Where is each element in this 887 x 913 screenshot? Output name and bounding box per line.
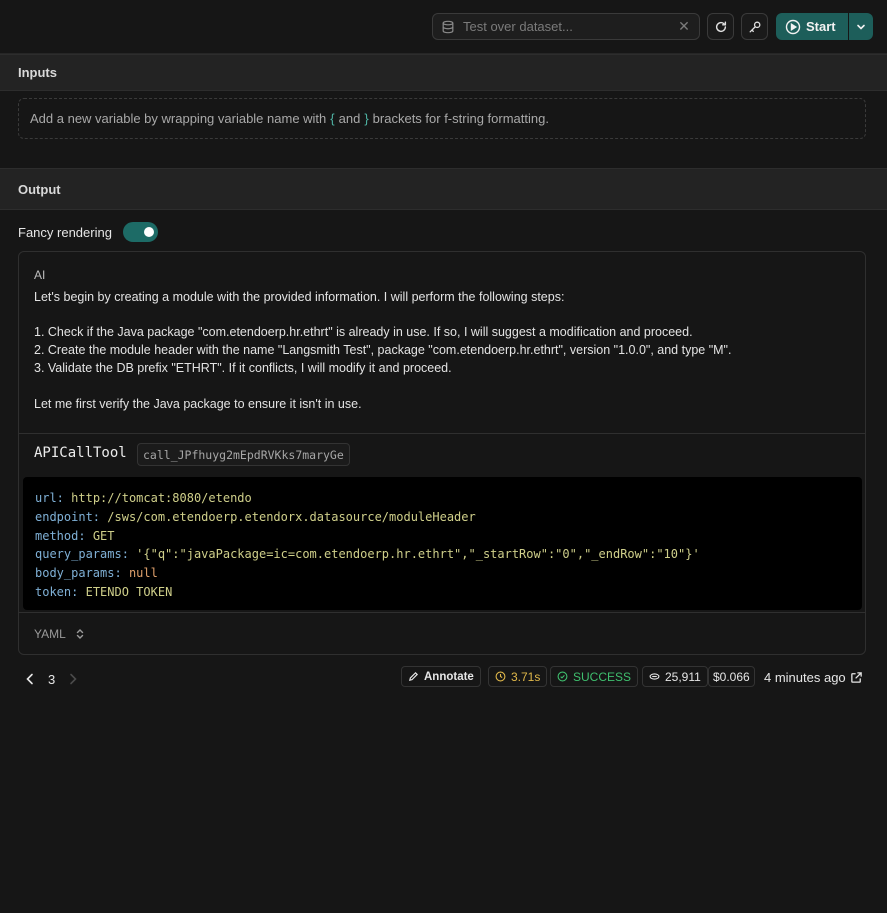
tool-call-id-badge[interactable]: call_JPfhuyg2mEpdRVKks7maryGe <box>137 443 350 466</box>
param-key: body_params: <box>35 566 122 581</box>
page-number: 3 <box>48 671 56 687</box>
tokens-icon <box>649 673 660 680</box>
latency-badge: 3.71s <box>488 666 548 687</box>
database-icon <box>442 20 454 33</box>
hint-and: and <box>338 111 361 126</box>
start-label: Start <box>806 19 836 34</box>
param-value: GET <box>92 528 115 543</box>
message-line: Let's begin by creating a module with th… <box>34 290 565 304</box>
message-line: 1. Check if the Java package "com.etendo… <box>34 325 693 339</box>
param-key: token: <box>35 584 79 599</box>
close-brace: } <box>364 111 369 126</box>
top-toolbar: ✕ Start <box>0 0 887 54</box>
output-section-header: Output <box>0 168 887 210</box>
code-line: method: GET <box>35 527 850 546</box>
start-options-button[interactable] <box>849 13 873 40</box>
ai-message-card: AI Let's begin by creating a module with… <box>18 251 866 655</box>
message-line: 3. Validate the DB prefix "ETHRT". If it… <box>34 361 452 375</box>
api-key-button[interactable] <box>741 13 768 40</box>
tool-call-name: APICallTool <box>34 445 127 461</box>
param-value: /sws/com.etendoerp.etendorx.datasource/m… <box>107 509 476 524</box>
code-line: query_params: '{"q":"javaPackage=ic=com.… <box>35 545 850 564</box>
fancy-rendering-toggle[interactable] <box>122 222 158 242</box>
toggle-knob <box>143 227 154 237</box>
format-label: YAML <box>34 626 66 641</box>
inputs-section-header: Inputs <box>0 54 887 91</box>
fancy-rendering-label: Fancy rendering <box>18 224 112 240</box>
status-value: SUCCESS <box>573 669 632 684</box>
pencil-icon <box>409 671 419 681</box>
code-line: body_params: null <box>35 564 850 583</box>
chevron-left-icon[interactable] <box>22 671 38 687</box>
refresh-button[interactable] <box>707 13 734 40</box>
cost-value: $0.066 <box>713 669 750 684</box>
param-key: endpoint: <box>35 509 101 524</box>
open-brace: { <box>330 111 335 126</box>
code-line: endpoint: /sws/com.etendoerp.etendorx.da… <box>35 508 850 527</box>
start-button[interactable]: Start <box>776 13 848 40</box>
dataset-search-field[interactable]: ✕ <box>432 13 700 40</box>
add-variable-hint: Add a new variable by wrapping variable … <box>18 98 866 139</box>
param-value: '{"q":"javaPackage=ic=com.etendoerp.hr.e… <box>136 547 700 562</box>
hint-text-after: brackets for f-string formatting. <box>372 111 549 126</box>
hint-text-before: Add a new variable by wrapping variable … <box>30 111 327 126</box>
annotate-label: Annotate <box>424 670 474 683</box>
code-line: token: ETENDO TOKEN <box>35 583 850 602</box>
message-role: AI <box>34 268 46 282</box>
chevron-up-down-icon <box>76 628 83 639</box>
play-circle-icon <box>785 19 801 34</box>
key-icon <box>749 21 760 32</box>
param-value: null <box>128 566 158 581</box>
external-link-icon <box>850 671 862 683</box>
format-selector[interactable]: YAML <box>19 612 865 654</box>
token-count: 25,911 <box>665 669 701 684</box>
token-count-badge: 25,911 <box>642 666 708 687</box>
code-line: url: http://tomcat:8080/etendo <box>35 489 850 508</box>
tool-call-args-code: url: http://tomcat:8080/etendo endpoint:… <box>23 477 862 610</box>
latency-value: 3.71s <box>511 669 541 684</box>
output-title: Output <box>18 181 61 197</box>
param-key: url: <box>35 491 64 505</box>
run-time-link[interactable]: 4 minutes ago <box>764 668 863 686</box>
refresh-icon <box>715 20 726 32</box>
param-key: query_params: <box>35 547 129 562</box>
status-badge: SUCCESS <box>550 666 639 687</box>
param-key: method: <box>35 528 86 543</box>
message-line: Let me first verify the Java package to … <box>34 397 362 411</box>
time-ago: 4 minutes ago <box>764 669 846 685</box>
cost-badge: $0.066 <box>708 666 755 687</box>
pagination: 3 <box>22 668 81 690</box>
divider <box>19 433 865 434</box>
param-value: ETENDO TOKEN <box>85 584 173 599</box>
clock-icon <box>495 671 506 682</box>
chevron-down-icon <box>857 24 865 30</box>
param-value: http://tomcat:8080/etendo <box>71 491 252 505</box>
chevron-right-icon[interactable] <box>65 671 81 687</box>
inputs-title: Inputs <box>18 65 57 80</box>
annotate-button[interactable]: Annotate <box>401 666 481 687</box>
check-circle-icon <box>557 671 568 682</box>
fancy-rendering-row: Fancy rendering <box>18 221 158 243</box>
clear-icon[interactable]: ✕ <box>677 18 691 35</box>
dataset-search-input[interactable] <box>463 19 677 34</box>
message-line: 2. Create the module header with the nam… <box>34 343 732 357</box>
